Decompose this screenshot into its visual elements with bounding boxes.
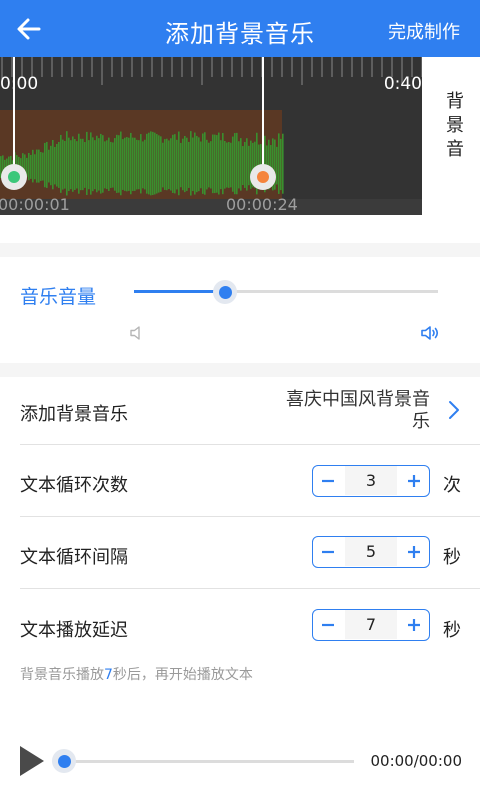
timeline-start-label: 0:00 (0, 74, 39, 94)
divider (20, 444, 480, 445)
trim-end-time: 00:00:24 (226, 195, 298, 214)
hint-number: 7 (104, 667, 113, 683)
plus-icon (408, 545, 420, 558)
loop-interval-plus-button[interactable] (399, 537, 429, 566)
loop-count-value[interactable]: 3 (345, 466, 397, 495)
loop-interval-unit: 秒 (443, 547, 461, 568)
side-tab-char: 音 (446, 139, 464, 160)
minus-icon (322, 623, 334, 626)
chevron-right-icon[interactable] (448, 400, 460, 420)
plus-icon (408, 474, 420, 487)
loop-count-label: 文本循环次数 (20, 475, 128, 496)
play-delay-minus-button[interactable] (313, 610, 343, 639)
trim-start-handle[interactable] (1, 164, 27, 190)
volume-low-icon[interactable] (128, 324, 146, 342)
minus-icon (322, 479, 334, 482)
volume-high-icon[interactable] (420, 324, 442, 342)
minus-icon (322, 550, 334, 553)
section-gap (0, 243, 480, 257)
playback-track[interactable] (64, 760, 354, 763)
hint-prefix: 背景音乐播放 (20, 667, 104, 683)
trim-start-line (13, 57, 15, 177)
add-music-label: 添加背景音乐 (20, 404, 128, 425)
play-icon[interactable] (18, 744, 46, 778)
trim-end-handle[interactable] (250, 164, 276, 190)
loop-count-unit: 次 (443, 475, 461, 496)
volume-slider-knob-core (218, 285, 232, 299)
loop-count-plus-button[interactable] (399, 466, 429, 495)
playback-knob[interactable] (52, 749, 76, 773)
loop-count-minus-button[interactable] (313, 466, 343, 495)
trim-end-line (262, 57, 264, 177)
play-delay-unit: 秒 (443, 620, 461, 641)
divider (20, 588, 480, 589)
done-button[interactable]: 完成制作 (388, 18, 460, 44)
app-bar: 添加背景音乐 完成制作 (0, 0, 480, 57)
trim-start-time: 00:00:01 (0, 195, 70, 214)
loop-interval-label: 文本循环间隔 (20, 547, 128, 568)
loop-interval-minus-button[interactable] (313, 537, 343, 566)
volume-slider-fill (134, 290, 226, 293)
waveform (0, 131, 284, 196)
section-gap (0, 363, 480, 377)
hint-suffix: 秒后，再开始播放文本 (112, 667, 253, 683)
music-volume-label: 音乐音量 (20, 286, 97, 308)
plus-icon (408, 618, 420, 631)
loop-interval-value[interactable]: 5 (345, 537, 397, 566)
playback-knob-core (57, 754, 71, 768)
timeline-end-label: 0:40 (383, 74, 422, 94)
playback-time: 00:00/00:00 (370, 752, 462, 770)
trim-end-dot (257, 171, 269, 183)
play-delay-plus-button[interactable] (399, 610, 429, 639)
play-delay-label: 文本播放延迟 (20, 620, 128, 641)
volume-slider-knob[interactable] (213, 280, 238, 304)
side-tab-char: 景 (446, 115, 464, 136)
selected-music-name[interactable]: 喜庆中国风背景音乐 (270, 389, 430, 433)
waveform-panel[interactable]: 0:00 0:40 00:00:01 00:00:24 (0, 57, 422, 215)
divider (20, 516, 480, 517)
side-tab-char: 背 (446, 91, 464, 112)
loop-interval-stepper: 5 (312, 536, 430, 568)
play-delay-stepper: 7 (312, 609, 430, 641)
loop-count-stepper: 3 (312, 465, 430, 497)
trim-start-dot (8, 171, 20, 183)
background-music-tab[interactable]: 背 景 音 (440, 90, 470, 162)
play-delay-value[interactable]: 7 (345, 610, 397, 639)
delay-hint: 背景音乐播放7秒后，再开始播放文本 (20, 664, 253, 684)
